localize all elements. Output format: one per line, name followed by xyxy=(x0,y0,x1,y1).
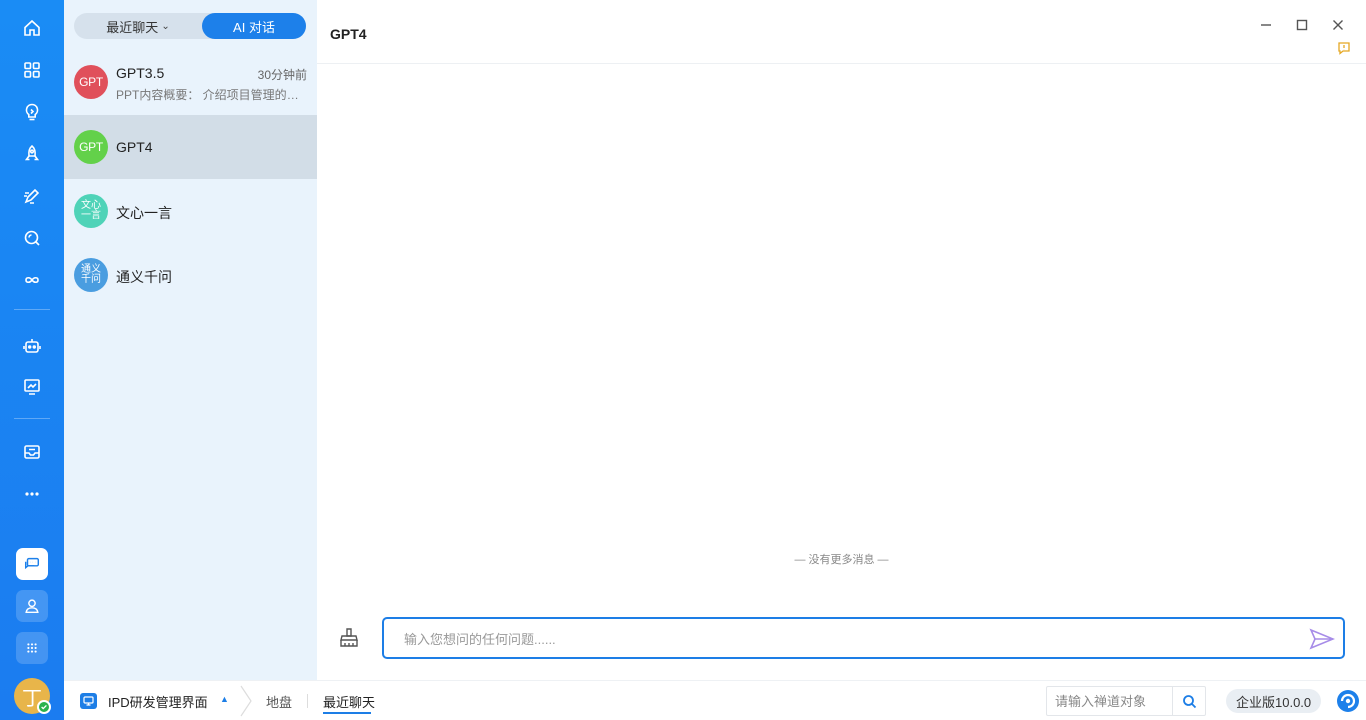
conversation-time: 30分钟前 xyxy=(257,68,307,82)
apps-grid-icon[interactable] xyxy=(16,54,48,86)
chat-mode-switch: 最近聊天 ⌄ AI 对话 xyxy=(74,13,306,39)
maximize-icon[interactable] xyxy=(1292,15,1312,35)
header-divider xyxy=(317,63,1366,64)
no-more-messages: — 没有更多消息 — xyxy=(794,554,889,566)
close-icon[interactable] xyxy=(1328,15,1348,35)
bot-avatar: GPT xyxy=(74,130,108,164)
dots-grid-icon[interactable] xyxy=(16,632,48,664)
conversation-name: 文心一言 xyxy=(116,205,172,221)
pen-icon[interactable] xyxy=(16,180,48,212)
avatar-text: 通义 千问 xyxy=(81,264,101,285)
edition-badge: 企业版10.0.0 xyxy=(1226,689,1322,713)
rocket-icon[interactable] xyxy=(16,138,48,170)
avatar-text: 文心 一言 xyxy=(81,200,101,221)
zentao-search-box xyxy=(1046,686,1206,716)
breadcrumb-chevron-icon xyxy=(240,685,252,717)
workspace-switcher[interactable]: IPD研发管理界面 xyxy=(108,692,208,711)
workspace-icon xyxy=(80,693,97,709)
breadcrumb-divider xyxy=(307,694,308,708)
conversation-name: 通义千问 xyxy=(116,269,172,285)
chevron-down-icon: ⌄ xyxy=(161,20,170,32)
clear-chat-icon[interactable] xyxy=(337,626,361,650)
minimize-icon[interactable] xyxy=(1256,15,1276,35)
send-icon[interactable] xyxy=(1309,627,1336,651)
more-icon[interactable] xyxy=(16,478,48,510)
zentao-search-input[interactable] xyxy=(1055,692,1170,710)
conversation-item-gpt4[interactable]: GPT GPT4 xyxy=(64,115,317,179)
infinity-icon[interactable] xyxy=(16,264,48,296)
notice-icon[interactable] xyxy=(1337,41,1351,55)
chat-input-box xyxy=(382,617,1345,659)
chat-title: GPT4 xyxy=(330,26,367,42)
app-window: 丁 最近聊天 ⌄ AI 对话 GPT GPT3.5 30分钟前 PPT内容概要：… xyxy=(0,0,1366,720)
zentao-logo-icon[interactable] xyxy=(1336,689,1360,713)
conversation-name: GPT4 xyxy=(116,139,153,155)
search-button[interactable] xyxy=(1172,687,1205,715)
status-bar: IPD研发管理界面 ▲ 地盘 最近聊天 企业版10.0.0 xyxy=(64,680,1366,720)
breadcrumb-dipan[interactable]: 地盘 xyxy=(266,692,292,711)
rail-divider xyxy=(14,309,50,310)
tab-recent-label: 最近聊天 xyxy=(106,19,159,35)
tab-ai-label: AI 对话 xyxy=(233,19,275,35)
active-tab-indicator xyxy=(323,712,371,714)
conversation-preview: PPT内容概要： 介绍项目管理的基本概念和流程 xyxy=(116,88,306,102)
tab-recent-chats[interactable]: 最近聊天 ⌄ xyxy=(74,13,202,39)
left-rail: 丁 xyxy=(0,0,64,720)
chat-input[interactable] xyxy=(404,628,1284,650)
conversation-panel: 最近聊天 ⌄ AI 对话 GPT GPT3.5 30分钟前 PPT内容概要： 介… xyxy=(64,0,317,680)
bot-avatar: GPT xyxy=(74,65,108,99)
conversation-item-gpt35[interactable]: GPT GPT3.5 30分钟前 PPT内容概要： 介绍项目管理的基本概念和流程 xyxy=(64,50,317,114)
chat-bubbles-icon[interactable] xyxy=(16,548,48,580)
search-icon[interactable] xyxy=(16,222,48,254)
breadcrumb-recent-chats[interactable]: 最近聊天 xyxy=(323,692,375,711)
inbox-icon[interactable] xyxy=(16,436,48,468)
bot-avatar: 文心 一言 xyxy=(74,194,108,228)
caret-up-icon[interactable]: ▲ xyxy=(220,694,229,704)
robot-icon[interactable] xyxy=(16,330,48,362)
conversation-name: GPT3.5 xyxy=(116,65,165,81)
presentation-icon[interactable] xyxy=(16,371,48,403)
bot-avatar: 通义 千问 xyxy=(74,258,108,292)
contacts-icon[interactable] xyxy=(16,590,48,622)
conversation-item-wenxin[interactable]: 文心 一言 文心一言 xyxy=(64,179,317,243)
avatar-text: GPT xyxy=(79,140,103,154)
online-status-icon xyxy=(37,700,51,714)
avatar-text: GPT xyxy=(79,75,103,89)
bulb-icon[interactable] xyxy=(16,96,48,128)
rail-divider xyxy=(14,418,50,419)
conversation-item-tongyi[interactable]: 通义 千问 通义千问 xyxy=(64,243,317,307)
home-icon[interactable] xyxy=(16,12,48,44)
tab-ai-chat[interactable]: AI 对话 xyxy=(202,13,306,39)
